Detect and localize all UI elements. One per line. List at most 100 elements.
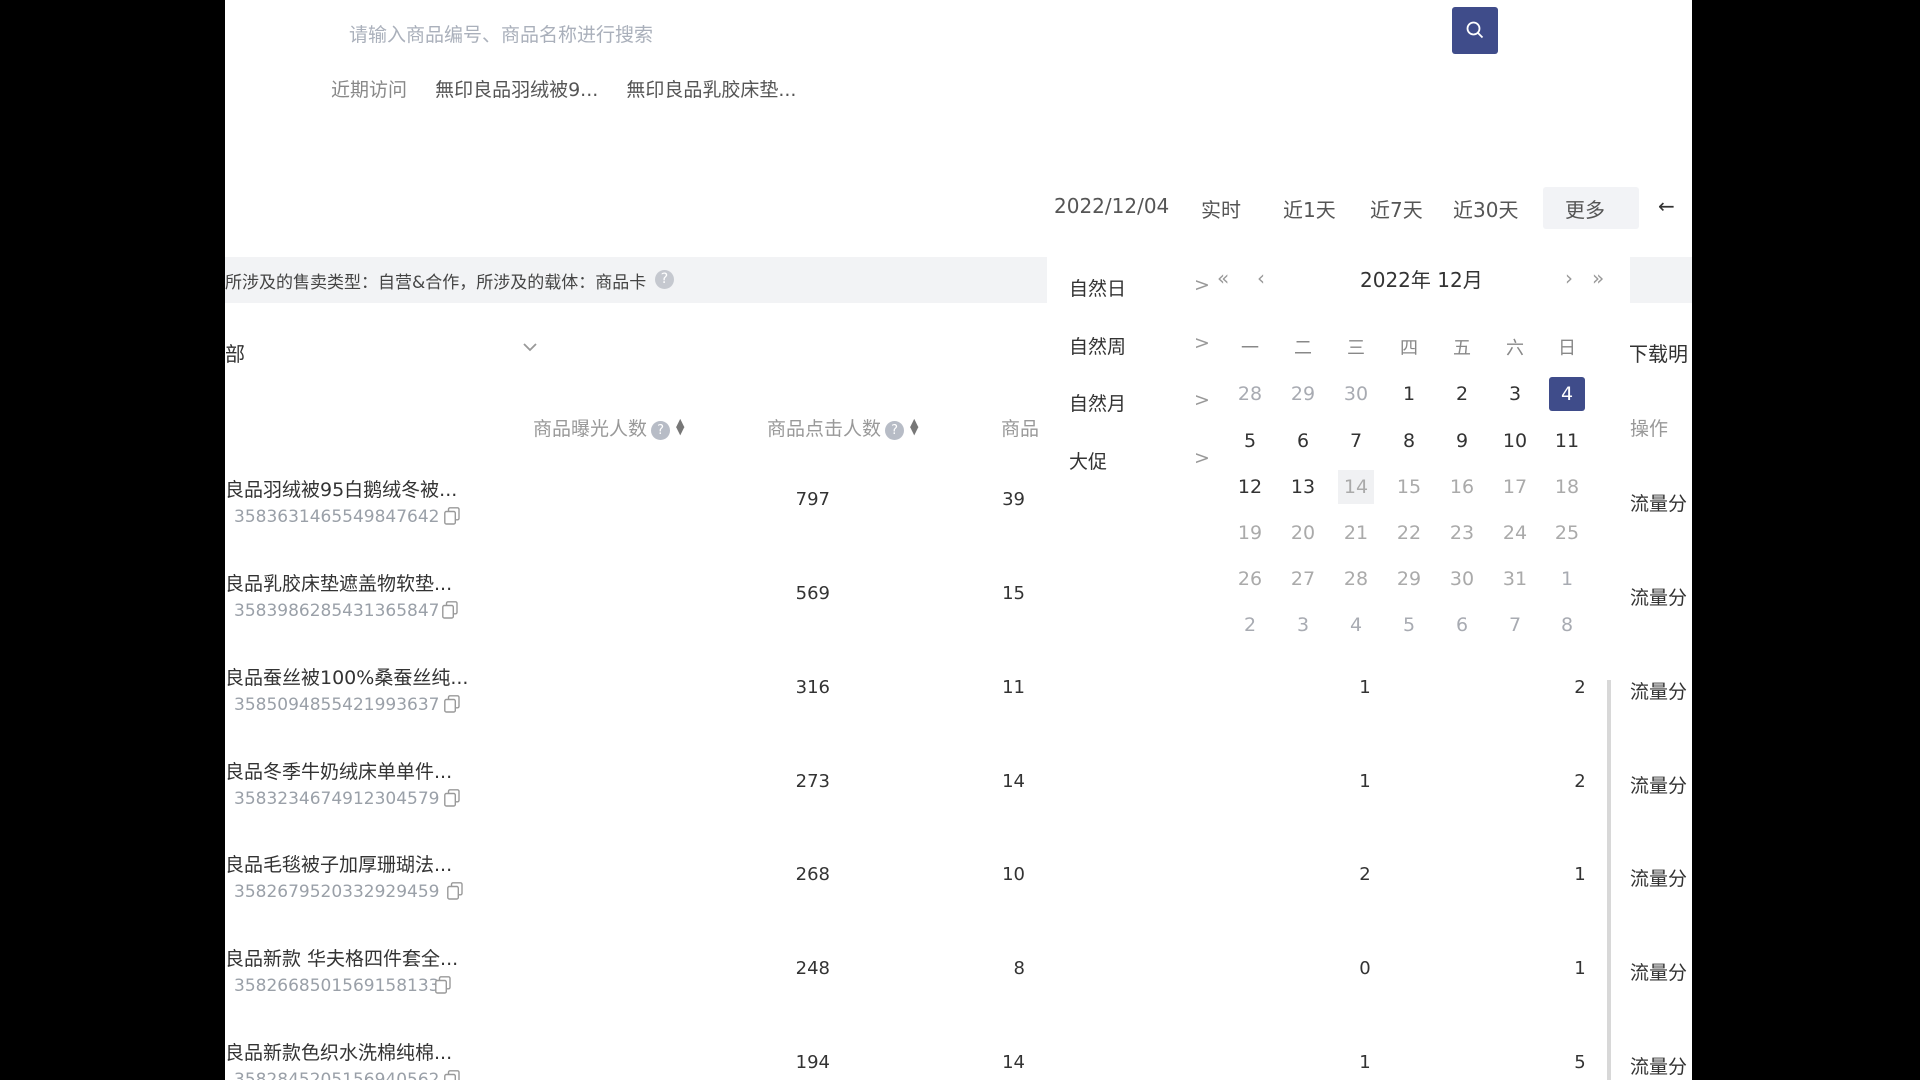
calendar-day[interactable]: 8 (1391, 424, 1427, 458)
help-icon[interactable]: ? (885, 421, 905, 440)
calendar-day[interactable]: 19 (1232, 516, 1268, 550)
info-strip-edge (1630, 257, 1692, 303)
product-name[interactable]: 良品新款 华夫格四件套全... (225, 944, 458, 971)
calendar-day[interactable]: 29 (1391, 562, 1427, 596)
calendar-day[interactable]: 26 (1232, 562, 1268, 596)
calendar-day-selected[interactable]: 4 (1549, 377, 1585, 411)
exposure-count: 316 (795, 677, 830, 698)
product-name[interactable]: 良品羽绒被95白鹅绒冬被... (225, 475, 457, 502)
tab-last-7-days[interactable]: 近7天 (1370, 194, 1423, 223)
sort-icon[interactable]: ▲ ▼ (676, 417, 684, 436)
calendar-day[interactable]: 3 (1497, 377, 1533, 411)
calendar-day[interactable]: 31 (1497, 562, 1533, 596)
traffic-analysis-link[interactable]: 流量分 (1630, 1052, 1687, 1079)
calendar-day[interactable]: 11 (1549, 424, 1585, 458)
back-arrow-icon[interactable]: ← (1658, 194, 1675, 218)
copy-icon[interactable] (447, 882, 463, 900)
calendar-day[interactable]: 8 (1549, 608, 1585, 642)
calendar-day[interactable]: 2 (1232, 608, 1268, 642)
traffic-analysis-link[interactable]: 流量分 (1630, 771, 1687, 798)
product-id: 3585094855421993637 (234, 695, 440, 715)
search-button[interactable] (1452, 7, 1498, 54)
header-clicks[interactable]: 商品点击人数 ? ▲ ▼ (767, 414, 918, 441)
product-name[interactable]: 良品毛毯被子加厚珊瑚法... (225, 850, 452, 877)
calendar-day[interactable]: 28 (1232, 377, 1268, 411)
recent-item[interactable]: 無印良品羽绒被9... (435, 79, 598, 101)
chevron-down-icon[interactable] (522, 341, 538, 353)
weekday-label: 六 (1506, 338, 1524, 359)
calendar-day[interactable]: 24 (1497, 516, 1533, 550)
calendar-day[interactable]: 28 (1338, 562, 1374, 596)
menu-item-promotion[interactable]: 大促 (1069, 447, 1107, 474)
main-window: 请输入商品编号、商品名称进行搜索 近期访问 無印良品羽绒被9... 無印良品乳胶… (225, 0, 1692, 1080)
traffic-analysis-link[interactable]: 流量分 (1630, 864, 1687, 891)
tab-realtime[interactable]: 实时 (1201, 194, 1241, 223)
calendar-day[interactable]: 5 (1232, 424, 1268, 458)
download-link[interactable]: 下载明 (1628, 338, 1688, 367)
copy-icon[interactable] (444, 695, 460, 713)
next-year-icon[interactable]: » (1592, 266, 1604, 290)
sort-icon[interactable]: ▲ ▼ (910, 417, 918, 436)
calendar-day[interactable]: 5 (1391, 608, 1427, 642)
calendar-day[interactable]: 20 (1285, 516, 1321, 550)
calendar-day[interactable]: 17 (1497, 470, 1533, 504)
tab-more[interactable]: 更多 (1543, 187, 1639, 229)
copy-icon[interactable] (444, 507, 460, 525)
calendar-day[interactable]: 2 (1444, 377, 1480, 411)
menu-item-natural-week[interactable]: 自然周 (1069, 332, 1126, 359)
calendar-day[interactable]: 22 (1391, 516, 1427, 550)
copy-icon[interactable] (435, 976, 451, 994)
calendar-day[interactable]: 1 (1549, 562, 1585, 596)
product-name[interactable]: 良品乳胶床垫遮盖物软垫... (225, 569, 452, 596)
help-icon[interactable]: ? (651, 421, 671, 440)
calendar-day[interactable]: 30 (1338, 377, 1374, 411)
copy-icon[interactable] (444, 1070, 460, 1080)
calendar-day[interactable]: 6 (1444, 608, 1480, 642)
copy-icon[interactable] (442, 601, 458, 619)
calendar-day[interactable]: 10 (1497, 424, 1533, 458)
calendar-day[interactable]: 7 (1497, 608, 1533, 642)
calendar-day[interactable]: 7 (1338, 424, 1374, 458)
traffic-analysis-link[interactable]: 流量分 (1630, 489, 1687, 516)
calendar-day[interactable]: 18 (1549, 470, 1585, 504)
filter-select[interactable]: 部 (225, 338, 245, 367)
menu-item-natural-day[interactable]: 自然日 (1069, 274, 1126, 301)
traffic-analysis-link[interactable]: 流量分 (1630, 958, 1687, 985)
calendar-day[interactable]: 15 (1391, 470, 1427, 504)
calendar-day[interactable]: 25 (1549, 516, 1585, 550)
header-third[interactable]: 商品 (1001, 414, 1039, 441)
tab-last-1-day[interactable]: 近1天 (1283, 194, 1336, 223)
prev-month-icon[interactable]: ‹ (1257, 266, 1265, 290)
calendar-day[interactable]: 6 (1285, 424, 1321, 458)
copy-icon[interactable] (444, 789, 460, 807)
calendar-day[interactable]: 29 (1285, 377, 1321, 411)
help-icon[interactable]: ? (655, 270, 674, 289)
product-name[interactable]: 良品蚕丝被100%桑蚕丝纯... (225, 663, 468, 690)
next-month-icon[interactable]: › (1565, 266, 1573, 290)
calendar-day[interactable]: 27 (1285, 562, 1321, 596)
fourth-metric: 1 (1574, 864, 1586, 885)
calendar-day[interactable]: 21 (1338, 516, 1374, 550)
traffic-analysis-link[interactable]: 流量分 (1630, 583, 1687, 610)
calendar-day[interactable]: 23 (1444, 516, 1480, 550)
calendar-day[interactable]: 9 (1444, 424, 1480, 458)
product-name[interactable]: 良品新款色织水洗棉纯棉... (225, 1038, 452, 1065)
recent-item[interactable]: 無印良品乳胶床垫... (626, 79, 796, 101)
menu-item-natural-month[interactable]: 自然月 (1069, 389, 1126, 416)
search-input[interactable]: 请输入商品编号、商品名称进行搜索 (349, 20, 653, 47)
prev-year-icon[interactable]: « (1217, 266, 1229, 290)
calendar-day[interactable]: 16 (1444, 470, 1480, 504)
scrollbar[interactable] (1607, 668, 1611, 1080)
product-name[interactable]: 良品冬季牛奶绒床单单件... (225, 757, 452, 784)
header-exposure[interactable]: 商品曝光人数 ? ▲ ▼ (533, 414, 684, 441)
calendar-day[interactable]: 3 (1285, 608, 1321, 642)
calendar-day[interactable]: 12 (1232, 470, 1268, 504)
traffic-analysis-link[interactable]: 流量分 (1630, 677, 1687, 704)
calendar-day[interactable]: 4 (1338, 608, 1374, 642)
calendar-day[interactable]: 13 (1285, 470, 1321, 504)
calendar-day[interactable]: 14 (1338, 470, 1374, 504)
calendar-day[interactable]: 1 (1391, 377, 1427, 411)
calendar-day[interactable]: 30 (1444, 562, 1480, 596)
tab-last-30-days[interactable]: 近30天 (1453, 194, 1518, 223)
current-date[interactable]: 2022/12/04 (1054, 194, 1169, 218)
